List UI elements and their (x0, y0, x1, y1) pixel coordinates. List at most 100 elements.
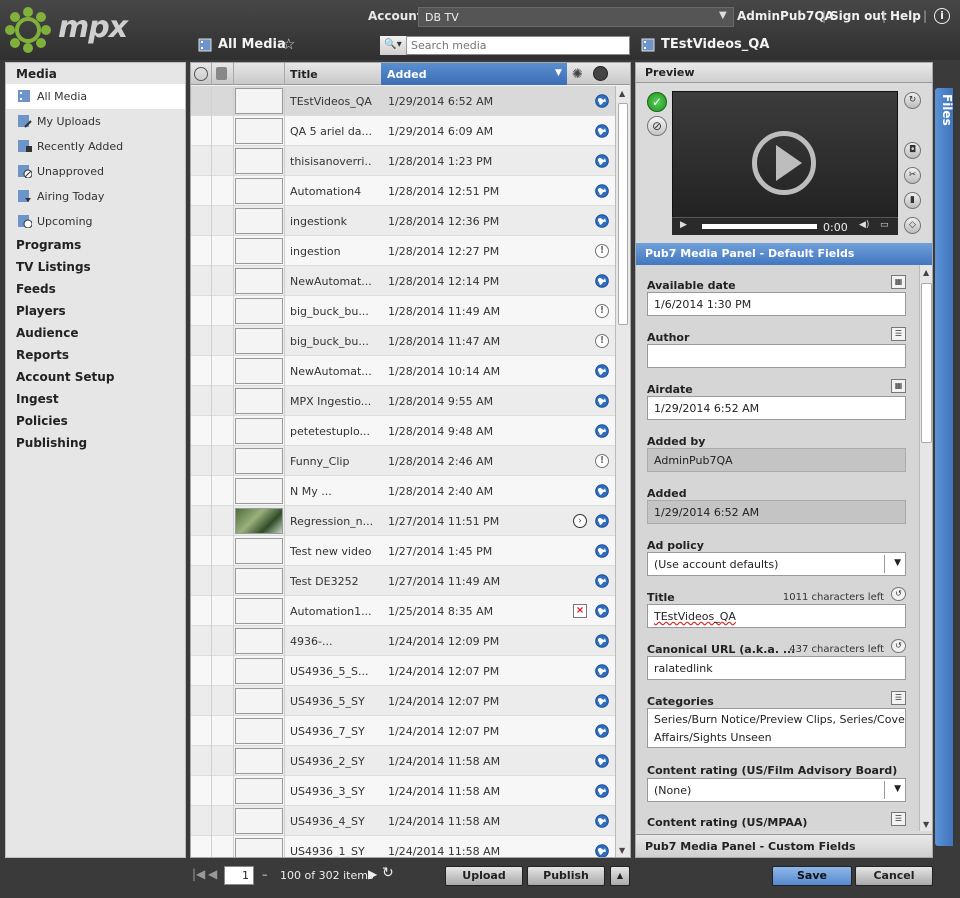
globe-icon[interactable] (595, 784, 609, 798)
custom-fields-panel-header[interactable]: Pub7 Media Panel - Custom Fields (636, 834, 932, 857)
search-icon[interactable]: 🔍▾ (380, 36, 407, 55)
revert-icon[interactable]: ↺ (891, 639, 906, 653)
sidebar-heading-media[interactable]: Media (16, 67, 57, 81)
globe-icon[interactable] (595, 424, 609, 438)
sort-desc-icon[interactable]: ▼ (555, 68, 562, 78)
globe-icon[interactable] (595, 274, 609, 288)
globe-icon[interactable] (595, 214, 609, 228)
first-page-icon[interactable]: |◀ (192, 867, 205, 881)
categories-field[interactable]: Series/Burn Notice/Preview Clips, Series… (647, 708, 906, 748)
disapprove-column-icon[interactable] (194, 67, 208, 81)
table-row[interactable]: US4936_5_S... 1/24/2014 12:07 PM (191, 656, 615, 686)
play-small-icon[interactable]: ▶ (680, 220, 687, 230)
user-name[interactable]: AdminPub7QA (737, 9, 834, 23)
table-row[interactable]: Automation4 1/28/2014 12:51 PM (191, 176, 615, 206)
publish-menu-icon[interactable]: ▲ (610, 866, 630, 886)
prev-page-icon[interactable]: ◀ (208, 867, 217, 881)
globe-icon[interactable] (595, 814, 609, 828)
globe-icon[interactable] (595, 694, 609, 708)
table-row[interactable]: Funny_Clip 1/28/2014 2:46 AM! (191, 446, 615, 476)
globe-icon[interactable] (595, 154, 609, 168)
table-row[interactable]: Test DE3252 1/27/2014 11:49 AM (191, 566, 615, 596)
globe-icon[interactable] (595, 754, 609, 768)
ad-policy-select[interactable]: (Use account defaults) (647, 552, 906, 576)
favorite-star-icon[interactable]: ☆ (282, 35, 295, 53)
list-picker-icon[interactable]: ☰ (891, 812, 906, 826)
table-row[interactable]: petetestuplo... 1/28/2014 9:48 AM (191, 416, 615, 446)
disapprove-icon[interactable]: ⊘ (647, 116, 667, 136)
sidebar-item-airing-today[interactable]: Airing Today (6, 184, 185, 209)
help-link[interactable]: Help (890, 9, 921, 23)
scissors-icon[interactable]: ✂ (904, 167, 921, 184)
sidebar-item-audience[interactable]: Audience (16, 326, 78, 340)
table-row[interactable]: big_buck_bu... 1/28/2014 11:49 AM! (191, 296, 615, 326)
next-page-icon[interactable]: ▶ (368, 867, 377, 881)
scroll-down-icon[interactable]: ▼ (619, 846, 625, 855)
sidebar-item-upcoming[interactable]: Upcoming (6, 209, 185, 234)
globe-icon[interactable] (595, 664, 609, 678)
preview-header[interactable]: Preview (636, 63, 932, 83)
column-header-title[interactable]: Title (290, 68, 318, 81)
globe-icon[interactable] (595, 484, 609, 498)
info-icon[interactable]: i (934, 8, 950, 24)
rating-fab-select[interactable]: (None) (647, 778, 906, 802)
table-row[interactable]: QA 5 ariel da... 1/29/2014 6:09 AM (191, 116, 615, 146)
table-row[interactable]: ingestion 1/28/2014 12:27 PM! (191, 236, 615, 266)
globe-icon[interactable] (595, 514, 609, 528)
sidebar-item-players[interactable]: Players (16, 304, 66, 318)
warning-icon[interactable]: ! (595, 304, 609, 318)
list-picker-icon[interactable]: ☰ (891, 691, 906, 705)
table-row[interactable]: ingestionk 1/28/2014 12:36 PM (191, 206, 615, 236)
search-input[interactable] (408, 37, 628, 54)
calendar-icon[interactable]: ▦ (891, 379, 906, 393)
processing-column-icon[interactable]: ✺ (572, 67, 583, 82)
warning-icon[interactable]: ! (595, 454, 609, 468)
scheduled-icon[interactable]: › (573, 514, 587, 528)
sidebar-item-all-media[interactable]: All Media (6, 84, 185, 109)
list-scroll-thumb[interactable] (618, 103, 628, 325)
sidebar-item-publishing[interactable]: Publishing (16, 436, 87, 450)
table-row[interactable]: US4936_1_SY 1/24/2014 11:58 AM (191, 836, 615, 857)
table-row[interactable]: Regression_n... 1/27/2014 11:51 PM › (191, 506, 615, 536)
sidebar-item-account-setup[interactable]: Account Setup (16, 370, 114, 384)
embed-code-icon[interactable]: ◇ (904, 217, 921, 234)
table-row[interactable]: big_buck_bu... 1/28/2014 11:47 AM! (191, 326, 615, 356)
author-field[interactable] (647, 344, 906, 368)
table-row[interactable]: MPX Ingestio... 1/28/2014 9:55 AM (191, 386, 615, 416)
table-row[interactable]: US4936_7_SY 1/24/2014 12:07 PM (191, 716, 615, 746)
table-row[interactable]: US4936_2_SY 1/24/2014 11:58 AM (191, 746, 615, 776)
scroll-up-icon[interactable]: ▲ (923, 268, 929, 277)
globe-icon[interactable] (595, 184, 609, 198)
bookmark-icon[interactable]: ▮ (904, 192, 921, 209)
globe-icon[interactable] (595, 364, 609, 378)
scroll-up-icon[interactable]: ▲ (619, 89, 625, 98)
canonical-url-field[interactable]: ralatedlink (647, 656, 906, 680)
player-progress-bar[interactable] (702, 224, 817, 229)
table-row[interactable]: NewAutomat... 1/28/2014 10:14 AM (191, 356, 615, 386)
globe-icon[interactable] (595, 724, 609, 738)
chevron-down-icon[interactable]: ▼ (719, 10, 727, 21)
globe-icon[interactable] (595, 604, 609, 618)
revert-icon[interactable]: ↺ (891, 587, 906, 601)
sidebar-item-tv-listings[interactable]: TV Listings (16, 260, 91, 274)
default-fields-panel-header[interactable]: Pub7 Media Panel - Default Fields (636, 243, 932, 265)
save-button[interactable]: Save (772, 866, 852, 886)
scroll-down-icon[interactable]: ▼ (923, 820, 929, 829)
list-picker-icon[interactable]: ☰ (891, 327, 906, 341)
upload-button[interactable]: Upload (445, 866, 523, 886)
error-icon[interactable]: × (573, 604, 587, 618)
sign-out-link[interactable]: Sign out (830, 9, 887, 23)
globe-icon[interactable] (595, 574, 609, 588)
publish-button[interactable]: Publish (527, 866, 605, 886)
sidebar-item-recently-added[interactable]: Recently Added (6, 134, 185, 159)
camera-icon[interactable]: ◘ (904, 142, 921, 159)
form-scroll-thumb[interactable] (921, 283, 932, 443)
lock-column-icon[interactable] (216, 67, 227, 80)
approve-check-icon[interactable]: ✓ (647, 92, 667, 112)
title-field[interactable]: TEstVideos_QA (647, 604, 906, 628)
calendar-icon[interactable]: ▦ (891, 275, 906, 289)
available-date-field[interactable]: 1/6/2014 1:30 PM (647, 292, 906, 316)
table-row[interactable]: Test new video 1/27/2014 1:45 PM (191, 536, 615, 566)
table-row[interactable]: US4936_4_SY 1/24/2014 11:58 AM (191, 806, 615, 836)
warning-icon[interactable]: ! (595, 334, 609, 348)
